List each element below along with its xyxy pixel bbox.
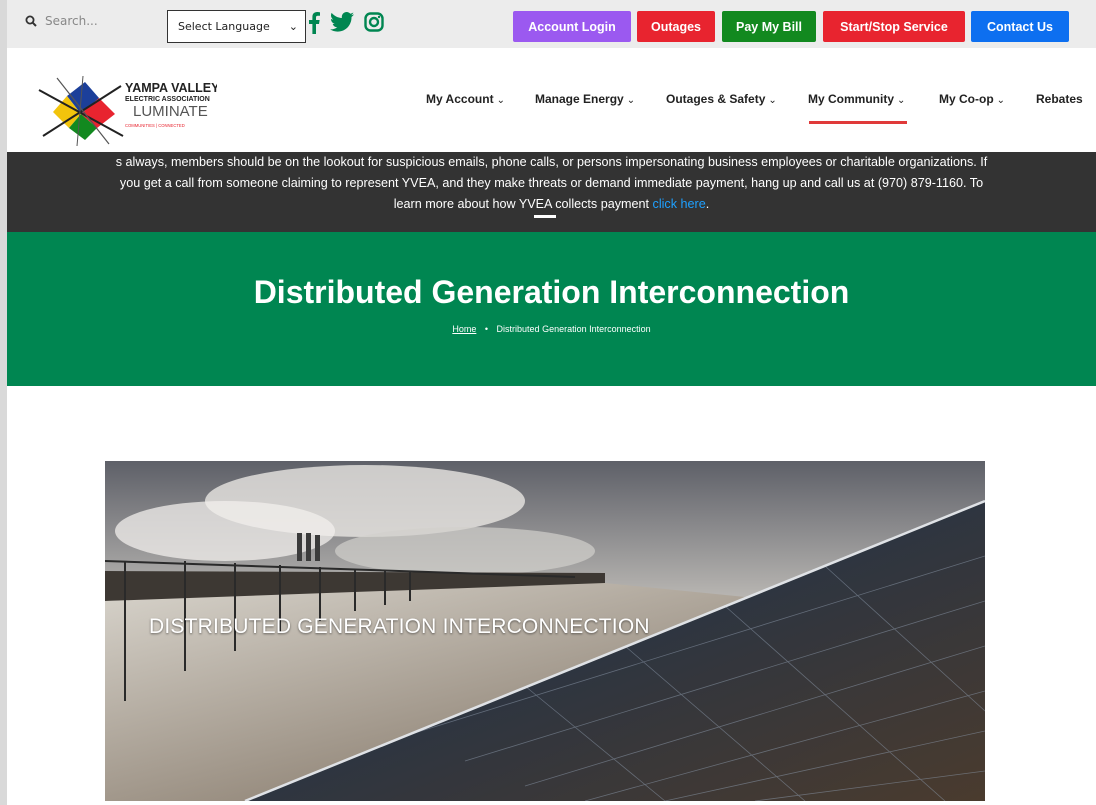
pay-my-bill-button[interactable]: Pay My Bill (722, 11, 816, 42)
alert-line-2: you get a call from someone claiming to … (119, 176, 984, 190)
nav-label: Outages & Safety (666, 92, 766, 106)
alert-scroll-indicator (534, 215, 556, 218)
chevron-down-icon: ⌄ (288, 20, 298, 33)
nav-label: My Community (808, 92, 895, 106)
nav-label: Rebates (1036, 92, 1083, 106)
contact-us-button[interactable]: Contact Us (971, 11, 1069, 42)
nav-label: Manage Energy (535, 92, 624, 106)
language-select[interactable]: Select Language ⌄ (167, 10, 306, 43)
nav-rebates[interactable]: Rebates (1036, 92, 1083, 106)
page: Search... Select Language ⌄ Account Logi… (7, 0, 1096, 805)
nav-outages-safety[interactable]: Outages & Safety ⌄ (666, 92, 777, 106)
logo-tagline: COMMUNITIES | CONNECTED (125, 123, 185, 128)
nav-my-community[interactable]: My Community ⌄ (808, 92, 905, 106)
nav-label: My Account (426, 92, 494, 106)
banner-title: DISTRIBUTED GENERATION INTERCONNECTION (149, 615, 650, 638)
start-stop-service-button[interactable]: Start/Stop Service (823, 11, 965, 42)
solar-panel-banner-image: DISTRIBUTED GENERATION INTERCONNECTION (105, 461, 985, 801)
start-stop-service-label: Start/Stop Service (840, 19, 948, 34)
outages-label: Outages (650, 19, 701, 34)
twitter-icon[interactable] (330, 12, 354, 32)
social-links (308, 12, 384, 34)
logo-line2: ELECTRIC ASSOCIATION (125, 96, 210, 103)
outages-button[interactable]: Outages (637, 11, 715, 42)
chevron-down-icon: ⌄ (897, 95, 906, 106)
nav-label: My Co-op (939, 92, 994, 106)
search-input[interactable]: Search... (45, 14, 98, 28)
utility-bar: Search... Select Language ⌄ Account Logi… (7, 0, 1096, 48)
alert-line-3-end: . (705, 197, 710, 211)
yvea-logo[interactable]: YAMPA VALLEY ELECTRIC ASSOCIATION LUMINA… (37, 74, 217, 154)
instagram-icon[interactable] (364, 12, 384, 32)
logo-line1: YAMPA VALLEY (125, 81, 217, 95)
chevron-down-icon: ⌄ (996, 95, 1006, 106)
breadcrumb: Home • Distributed Generation Interconne… (7, 324, 1096, 334)
chevron-down-icon: ⌄ (626, 95, 636, 106)
search-icon (25, 15, 37, 27)
pay-my-bill-label: Pay My Bill (736, 19, 802, 34)
breadcrumb-current: Distributed Generation Interconnection (496, 324, 651, 334)
breadcrumb-separator: • (484, 324, 489, 334)
logo-mark (38, 75, 124, 147)
language-select-label: Select Language (178, 20, 270, 33)
chevron-down-icon: ⌄ (496, 95, 505, 106)
logo-line3: LUMINATE (133, 103, 208, 120)
breadcrumb-home-link[interactable]: Home (452, 324, 476, 334)
chevron-down-icon: ⌄ (768, 95, 777, 106)
search-box[interactable]: Search... (25, 14, 98, 28)
account-login-button[interactable]: Account Login (513, 11, 631, 42)
nav-manage-energy[interactable]: Manage Energy ⌄ (535, 92, 635, 106)
alert-click-here-link[interactable]: click here (653, 197, 706, 211)
nav-my-coop[interactable]: My Co-op ⌄ (939, 92, 1005, 106)
contact-us-label: Contact Us (987, 19, 1053, 34)
page-title: Distributed Generation Interconnection (253, 274, 850, 310)
alert-line-1: s always, members should be on the looko… (115, 155, 988, 169)
alert-line-3-text: learn more about how YVEA collects payme… (393, 197, 653, 211)
facebook-icon[interactable] (308, 12, 320, 34)
page-hero: Distributed Generation Interconnection H… (7, 232, 1096, 386)
alert-line-3: learn more about how YVEA collects payme… (7, 194, 1096, 215)
nav-my-account[interactable]: My Account ⌄ (426, 92, 505, 106)
account-login-label: Account Login (528, 19, 616, 34)
nav-active-indicator (809, 121, 907, 124)
scam-alert-banner: s always, members should be on the looko… (7, 152, 1096, 232)
